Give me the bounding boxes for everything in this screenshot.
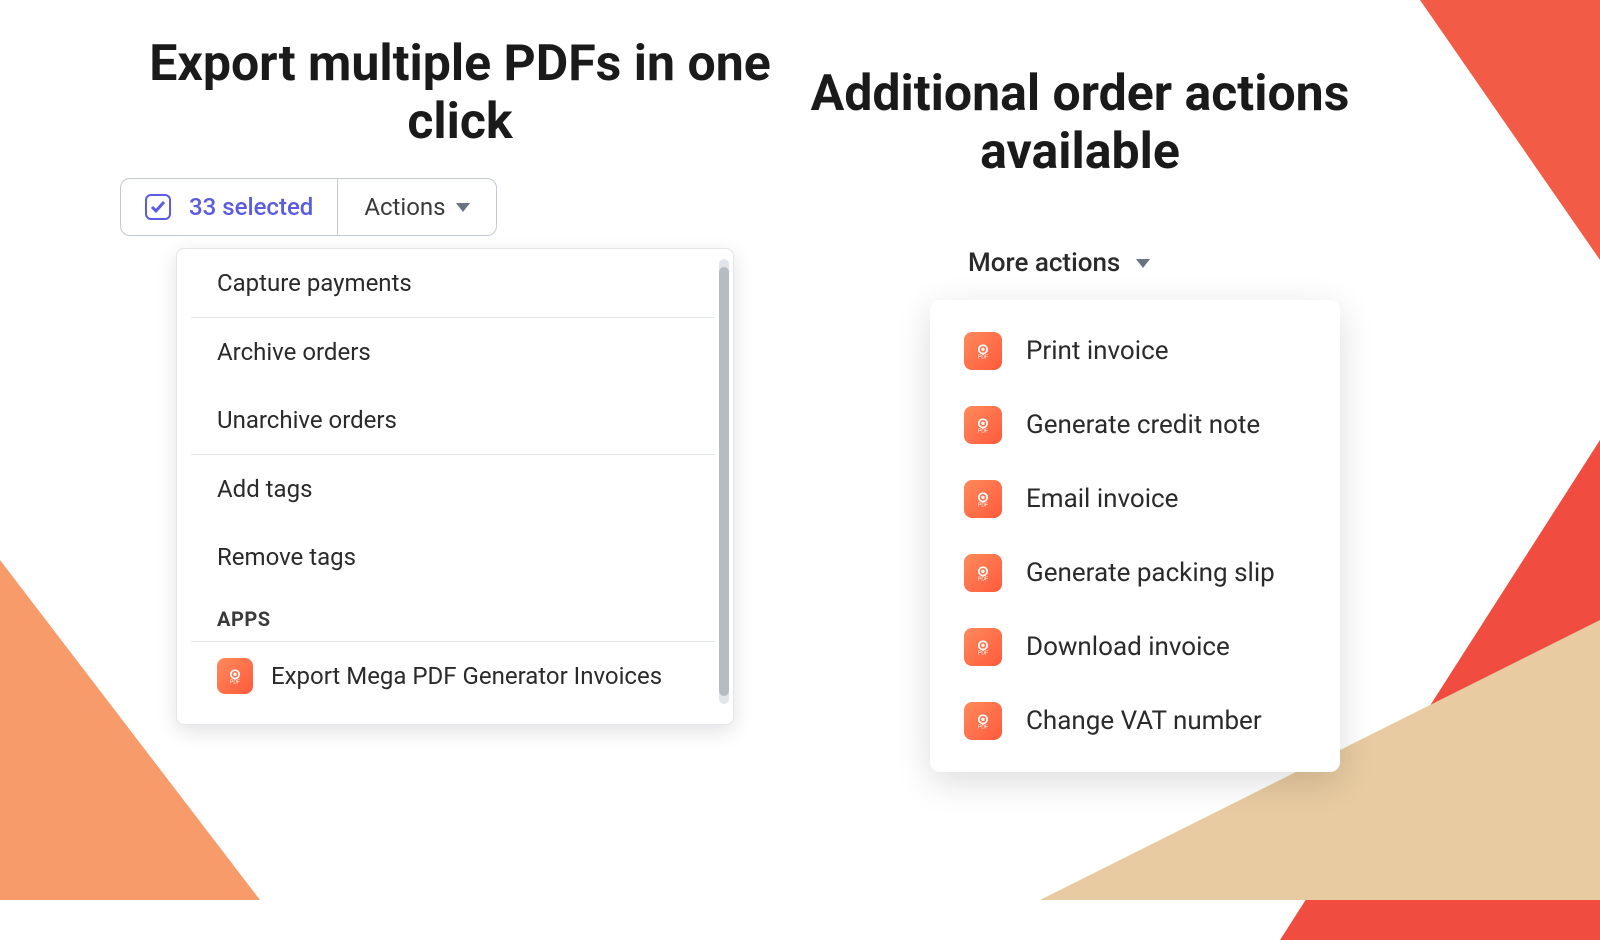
action-unarchive-orders[interactable]: Unarchive orders bbox=[191, 386, 715, 454]
chevron-down-icon bbox=[456, 203, 470, 212]
svg-text:PDF: PDF bbox=[230, 680, 240, 686]
decorative-triangle-top-right bbox=[1420, 0, 1600, 260]
actions-dropdown-menu: Capture payments Archive orders Unarchiv… bbox=[176, 248, 734, 725]
selection-toolbar: 33 selected Actions bbox=[120, 178, 497, 236]
select-all-checkbox[interactable] bbox=[145, 194, 171, 220]
svg-text:PDF: PDF bbox=[978, 651, 988, 657]
more-actions-panel: More actions PDF Print invoice PDF Gener… bbox=[930, 244, 1340, 772]
action-app-label: Export Mega PDF Generator Invoices bbox=[271, 662, 662, 690]
action-capture-payments[interactable]: Capture payments bbox=[191, 249, 715, 317]
bulk-actions-panel: 33 selected Actions Capture payments Arc… bbox=[120, 178, 497, 236]
action-archive-orders[interactable]: Archive orders bbox=[191, 318, 715, 386]
more-action-label: Download invoice bbox=[1026, 632, 1230, 662]
more-action-download-invoice[interactable]: PDF Download invoice bbox=[930, 610, 1340, 684]
actions-dropdown-button[interactable]: Actions bbox=[338, 179, 495, 235]
pdf-app-icon: PDF bbox=[964, 628, 1002, 666]
action-add-tags[interactable]: Add tags bbox=[191, 455, 715, 523]
more-action-label: Print invoice bbox=[1026, 336, 1168, 366]
pdf-app-icon: PDF bbox=[964, 554, 1002, 592]
more-action-generate-credit-note[interactable]: PDF Generate credit note bbox=[930, 388, 1340, 462]
more-action-generate-packing-slip[interactable]: PDF Generate packing slip bbox=[930, 536, 1340, 610]
svg-text:PDF: PDF bbox=[978, 429, 988, 435]
svg-text:PDF: PDF bbox=[978, 577, 988, 583]
pdf-app-icon: PDF bbox=[217, 658, 253, 694]
action-export-mega-pdf[interactable]: PDF Export Mega PDF Generator Invoices bbox=[191, 642, 715, 714]
more-action-label: Generate packing slip bbox=[1026, 558, 1275, 588]
pdf-app-icon: PDF bbox=[964, 480, 1002, 518]
svg-text:PDF: PDF bbox=[978, 355, 988, 361]
more-actions-label: More actions bbox=[968, 248, 1120, 278]
more-action-label: Email invoice bbox=[1026, 484, 1178, 514]
actions-label: Actions bbox=[364, 193, 445, 221]
selection-indicator[interactable]: 33 selected bbox=[121, 179, 338, 235]
more-action-change-vat-number[interactable]: PDF Change VAT number bbox=[930, 684, 1340, 758]
apps-section-label: APPS bbox=[191, 591, 715, 641]
heading-left: Export multiple PDFs in one click bbox=[120, 36, 800, 151]
more-action-label: Generate credit note bbox=[1026, 410, 1260, 440]
more-actions-button[interactable]: More actions bbox=[958, 244, 1340, 282]
svg-text:PDF: PDF bbox=[978, 503, 988, 509]
heading-right: Additional order actions available bbox=[780, 66, 1380, 181]
pdf-app-icon: PDF bbox=[964, 702, 1002, 740]
pdf-app-icon: PDF bbox=[964, 332, 1002, 370]
more-action-email-invoice[interactable]: PDF Email invoice bbox=[930, 462, 1340, 536]
selected-count-label: 33 selected bbox=[189, 193, 313, 221]
scrollbar[interactable] bbox=[719, 259, 729, 704]
chevron-down-icon bbox=[1136, 259, 1150, 268]
more-action-print-invoice[interactable]: PDF Print invoice bbox=[930, 314, 1340, 388]
more-action-label: Change VAT number bbox=[1026, 706, 1262, 736]
svg-text:PDF: PDF bbox=[978, 725, 988, 731]
more-actions-menu: PDF Print invoice PDF Generate credit no… bbox=[930, 300, 1340, 772]
action-remove-tags[interactable]: Remove tags bbox=[191, 523, 715, 591]
pdf-app-icon: PDF bbox=[964, 406, 1002, 444]
